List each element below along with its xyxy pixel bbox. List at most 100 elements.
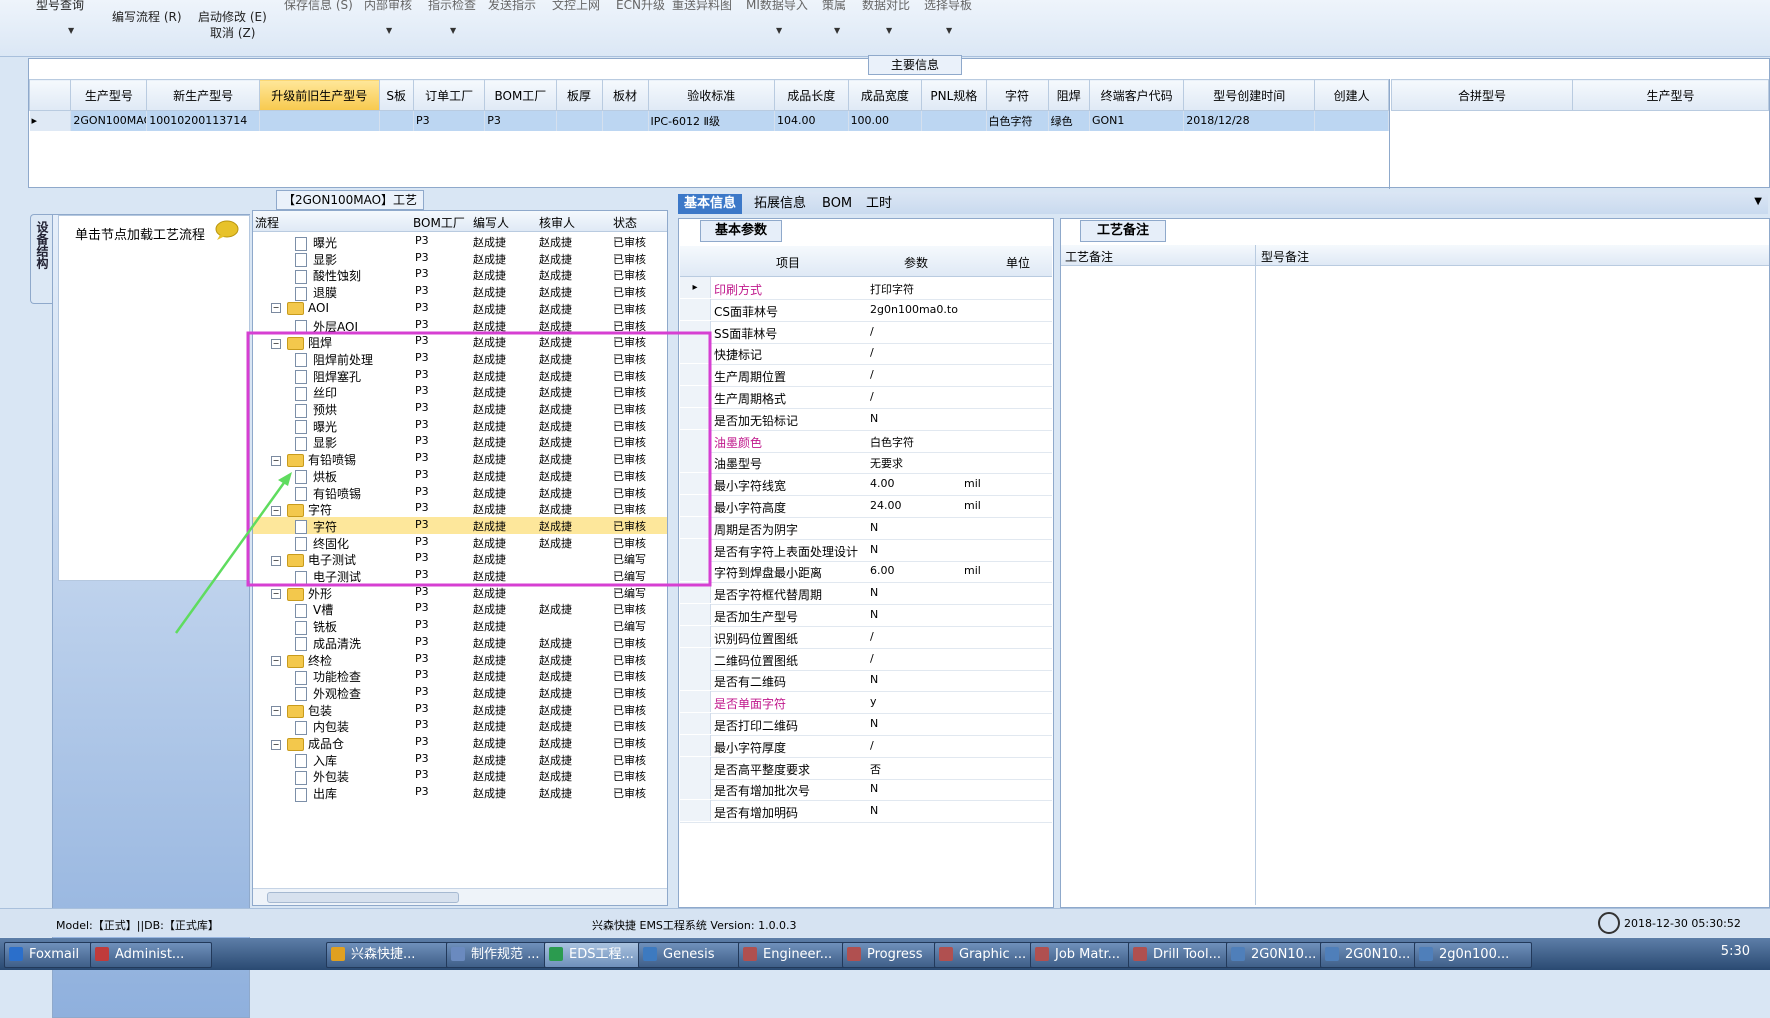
params-col-value[interactable]: 参数 <box>904 254 928 271</box>
main-cell-11[interactable] <box>921 110 987 131</box>
merge-model-header[interactable]: 合拼型号 <box>1391 79 1573 111</box>
main-cell-9[interactable]: 104.00 <box>774 110 849 131</box>
param-value[interactable]: 2g0n100ma0.to <box>870 303 958 316</box>
param-row[interactable]: 是否高平整度要求 否 <box>680 756 1052 780</box>
tree-row[interactable]: 出库 P3 赵成捷 赵成捷 已审核 <box>253 784 667 802</box>
toolbar-dropdown-icon[interactable]: ▼ <box>386 26 392 35</box>
tree-row[interactable]: − 有铅喷锡 P3 赵成捷 赵成捷 已审核 <box>253 450 667 468</box>
tree-row[interactable]: 外层AOI P3 赵成捷 赵成捷 已审核 <box>253 317 667 334</box>
toolbar-item-8[interactable]: 文控上网 <box>552 0 600 13</box>
toolbar-item-1[interactable]: 编写流程 (R) <box>112 8 182 25</box>
param-row[interactable]: 字符到焊盘最小距离 6.00 mil <box>680 560 1052 584</box>
main-cell-4[interactable]: P3 <box>413 110 486 131</box>
tree-row[interactable]: 有铅喷锡 P3 赵成捷 赵成捷 已审核 <box>253 484 667 501</box>
collapse-icon[interactable]: − <box>271 455 281 466</box>
main-col-13[interactable]: 阻焊 <box>1047 79 1090 111</box>
tree-row[interactable]: 曝光 P3 赵成捷 赵成捷 已审核 <box>253 233 667 251</box>
toolbar-item-3[interactable]: 取消 (Z) <box>210 24 255 41</box>
param-row[interactable]: 二维码位置图纸 / <box>680 647 1052 671</box>
main-col-12[interactable]: 字符 <box>985 79 1049 111</box>
tree-col-writer[interactable]: 编写人 <box>473 214 509 231</box>
main-cell-3[interactable] <box>379 110 414 131</box>
tree-col-bom[interactable]: BOM工厂 <box>413 214 465 231</box>
basic-params-tab[interactable]: 基本参数 <box>700 220 782 242</box>
tree-row[interactable]: 电子测试 P3 赵成捷 已编写 <box>253 567 667 585</box>
tree-col-status[interactable]: 状态 <box>613 214 637 231</box>
toolbar-dropdown-icon[interactable]: ▼ <box>946 26 952 35</box>
param-value[interactable]: 打印字符 <box>870 281 914 297</box>
tree-row[interactable]: − 外形 P3 赵成捷 已编写 <box>253 584 667 601</box>
tree-row[interactable]: − 字符 P3 赵成捷 赵成捷 已审核 <box>253 500 667 518</box>
tree-row[interactable]: 丝印 P3 赵成捷 赵成捷 已审核 <box>253 383 667 401</box>
main-col-9[interactable]: 成品长度 <box>773 79 849 111</box>
toolbar-item-9[interactable]: ECN升级 <box>616 0 665 13</box>
side-model-header[interactable]: 生产型号 <box>1572 79 1769 111</box>
main-cell-2[interactable] <box>259 110 380 131</box>
main-col-14[interactable]: 终端客户代码 <box>1088 79 1185 111</box>
tree-row[interactable]: 阻焊前处理 P3 赵成捷 赵成捷 已审核 <box>253 350 667 368</box>
param-row[interactable]: 是否有二维码 N <box>680 669 1052 693</box>
tree-row[interactable]: 成品清洗 P3 赵成捷 赵成捷 已审核 <box>253 634 667 652</box>
param-value[interactable]: N <box>870 521 878 534</box>
main-col-4[interactable]: 订单工厂 <box>412 79 486 111</box>
tree-row[interactable]: 外包装 P3 赵成捷 赵成捷 已审核 <box>253 767 667 785</box>
toolbar-item-7[interactable]: 发送指示 <box>488 0 536 13</box>
taskbar-item[interactable]: 兴森快捷... <box>326 942 466 968</box>
toolbar-item-13[interactable]: 数据对比 <box>862 0 910 13</box>
tree-row[interactable]: 外观检查 P3 赵成捷 赵成捷 已审核 <box>253 684 667 702</box>
param-value[interactable]: 24.00 <box>870 499 902 512</box>
tree-row[interactable]: 终固化 P3 赵成捷 赵成捷 已审核 <box>253 534 667 552</box>
main-cell-5[interactable]: P3 <box>484 110 557 131</box>
main-cell-8[interactable]: IPC-6012 Ⅱ级 <box>648 110 775 131</box>
param-value[interactable]: N <box>870 804 878 817</box>
main-col-6[interactable]: 板厚 <box>555 79 603 111</box>
tab-extended-info[interactable]: 拓展信息 <box>748 194 812 214</box>
tab-work-hours[interactable]: 工时 <box>860 194 898 214</box>
tab-bom[interactable]: BOM <box>816 194 858 214</box>
tree-row[interactable]: − 电子测试 P3 赵成捷 已编写 <box>253 550 667 568</box>
main-cell-15[interactable]: 2018/12/28 <box>1183 110 1316 131</box>
main-col-10[interactable]: 成品宽度 <box>847 79 923 111</box>
param-value[interactable]: y <box>870 695 877 708</box>
tree-row[interactable]: − 包装 P3 赵成捷 赵成捷 已审核 <box>253 701 667 718</box>
speech-bubble-icon[interactable] <box>214 220 240 240</box>
tree-row[interactable]: 酸性蚀刻 P3 赵成捷 赵成捷 已审核 <box>253 266 667 284</box>
toolbar-item-0[interactable]: 型号查询 <box>36 0 84 13</box>
param-row[interactable]: 是否加生产型号 N <box>680 604 1052 627</box>
param-row[interactable]: 是否有增加明码 N <box>680 800 1052 824</box>
collapse-icon[interactable]: − <box>271 656 281 666</box>
param-value[interactable]: / <box>870 390 874 403</box>
param-row[interactable]: 是否单面字符 y <box>680 691 1052 715</box>
taskbar-item[interactable]: Administ... <box>90 942 212 968</box>
tree-row[interactable]: − AOI P3 赵成捷 赵成捷 已审核 <box>253 300 667 317</box>
tree-row[interactable]: − 终检 P3 赵成捷 赵成捷 已审核 <box>253 651 667 668</box>
param-value[interactable]: 6.00 <box>870 564 895 577</box>
main-cell-1[interactable]: 10010200113714 <box>146 110 260 131</box>
toolbar-item-6[interactable]: 指示检查 <box>428 0 476 13</box>
param-value[interactable]: N <box>870 673 878 686</box>
param-row[interactable]: 生产周期格式 / <box>680 386 1052 409</box>
tabs-dropdown-icon[interactable]: ▼ <box>1754 196 1762 207</box>
process-flow-tree[interactable]: 流程 BOM工厂 编写人 核审人 状态 曝光 P3 赵成捷 赵成捷 已审核 显影 P3 赵成捷… <box>252 210 668 906</box>
tab-basic-info[interactable]: 基本信息 <box>678 194 743 214</box>
param-row[interactable]: 是否有增加批次号 N <box>680 778 1052 802</box>
tree-row[interactable]: 显影 P3 赵成捷 赵成捷 已审核 <box>253 433 667 451</box>
toolbar-item-4[interactable]: 保存信息 (S) <box>284 0 353 13</box>
param-value[interactable]: / <box>870 368 874 381</box>
toolbar-dropdown-icon[interactable]: ▼ <box>68 26 74 35</box>
toolbar-dropdown-icon[interactable]: ▼ <box>450 26 456 35</box>
param-value[interactable]: N <box>870 717 878 730</box>
tree-col-checker[interactable]: 核审人 <box>539 214 575 231</box>
toolbar-item-10[interactable]: 重送异料图 <box>672 0 732 13</box>
param-value[interactable]: 4.00 <box>870 477 895 490</box>
param-value[interactable]: / <box>870 739 874 752</box>
tree-row[interactable]: − 成品仓 P3 赵成捷 赵成捷 已审核 <box>253 734 667 751</box>
param-row[interactable]: 快捷标记 / <box>680 342 1052 366</box>
param-row[interactable]: 油墨型号 无要求 <box>680 451 1052 475</box>
param-value[interactable]: 白色字符 <box>870 434 914 450</box>
tree-row[interactable]: 内包装 P3 赵成捷 赵成捷 已审核 <box>253 717 667 735</box>
collapse-icon[interactable]: − <box>271 505 281 516</box>
param-row[interactable]: 生产周期位置 / <box>680 364 1052 388</box>
main-col-16[interactable]: 创建人 <box>1314 79 1389 111</box>
tree-row[interactable]: 字符 P3 赵成捷 赵成捷 已审核 <box>253 516 667 535</box>
